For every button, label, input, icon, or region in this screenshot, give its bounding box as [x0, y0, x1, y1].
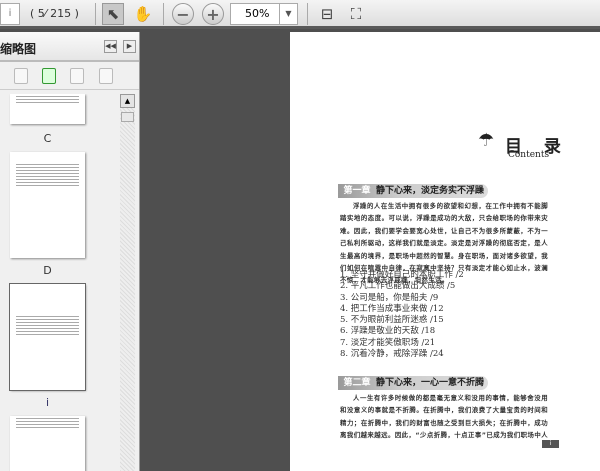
toc-list: 1. 坚守并做好自己的本职工作 /2 2. 平凡工作也能做出大成绩 /5 3. …	[340, 270, 464, 360]
divider	[307, 3, 308, 25]
toolbar: i ( 5⁄ 215 ) ⬉ ✋ − + 50% ▼ ⊟ ⛶	[0, 0, 600, 29]
chapter-title: 静下心来，淡定务实不浮躁	[376, 186, 485, 196]
toc-item[interactable]: 1. 坚守并做好自己的本职工作 /2	[340, 270, 464, 281]
chapter-intro: 人一生有许多时候做的都是毫无意义和没用的事情，能够舍没用和没意义的事就是不折腾。…	[340, 394, 548, 440]
thumbnail-page[interactable]	[10, 152, 85, 258]
fit-page-icon[interactable]: ⛶	[345, 3, 367, 25]
toc-item[interactable]: 8. 沉着冷静，戒除浮躁 /24	[340, 349, 464, 360]
chapter-title: 静下心来，一心一意不折腾	[376, 378, 485, 388]
chapter-number: 第二章	[343, 378, 371, 388]
chapter-heading: 第一章 静下心来，淡定务实不浮躁	[338, 184, 488, 198]
thumbnail-scrollbar[interactable]: ▲	[120, 94, 135, 471]
thumbnail-list: C D i	[0, 94, 120, 471]
umbrella-icon: ☂	[478, 130, 495, 151]
select-tool-icon[interactable]: ⬉	[102, 3, 124, 25]
chapter-number: 第一章	[343, 186, 371, 196]
toc-subtitle: Contents	[508, 150, 550, 160]
thumbnail-label: D	[43, 264, 52, 277]
scroll-up-icon[interactable]: ▲	[120, 94, 135, 108]
toc-item[interactable]: 2. 平凡工作也能做出大成绩 /5	[340, 281, 464, 292]
thumbnail-page[interactable]	[10, 416, 85, 471]
sidebar-title: 缩略图	[0, 42, 37, 56]
toc-item[interactable]: 3. 公司是船，你是船夫 /9	[340, 293, 464, 304]
divider	[95, 3, 96, 25]
scroll-thumb[interactable]	[121, 112, 134, 122]
zoom-out-icon[interactable]: −	[172, 3, 194, 25]
zoom-level-select[interactable]: 50% ▼	[230, 3, 298, 25]
thumbnail-page[interactable]	[10, 94, 85, 124]
collapse-left-icon[interactable]: ◀◀	[104, 40, 117, 53]
document-page: ☂ 目 录 Contents 第一章 静下心来，淡定务实不浮躁 浮躁的人在生活中拥…	[290, 32, 600, 471]
divider	[163, 3, 164, 25]
fit-width-icon[interactable]: ⊟	[316, 3, 338, 25]
hand-tool-icon[interactable]: ✋	[132, 3, 154, 25]
rotate-left-icon[interactable]	[70, 68, 84, 84]
zoom-value: 50%	[245, 7, 270, 20]
toc-item[interactable]: 7. 淡定才能笑傲职场 /21	[340, 338, 464, 349]
toc-item[interactable]: 6. 浮躁是敬业的天敌 /18	[340, 326, 464, 337]
delete-page-icon[interactable]	[14, 68, 28, 84]
thumbnails-panel: 缩略图 ◀◀ ▶ C D i ▲	[0, 32, 140, 471]
rotate-right-icon[interactable]	[99, 68, 113, 84]
thumbnail-page-selected[interactable]	[9, 283, 86, 391]
page-number: i	[542, 440, 559, 448]
toc-item[interactable]: 4. 把工作当成事业来做 /12	[340, 304, 464, 315]
thumbnail-toolbar	[0, 62, 139, 90]
sidebar-header: 缩略图 ◀◀ ▶	[0, 32, 139, 62]
chapter-heading: 第二章 静下心来，一心一意不折腾	[338, 376, 488, 390]
extract-page-icon[interactable]	[42, 68, 56, 84]
thumbnail-label: i	[45, 396, 50, 409]
toc-item[interactable]: 5. 不为眼前利益所迷惑 /15	[340, 315, 464, 326]
zoom-in-icon[interactable]: +	[202, 3, 224, 25]
page-count: ( 5⁄ 215 )	[30, 7, 79, 20]
page-number-input[interactable]: i	[0, 3, 20, 25]
chevron-down-icon[interactable]: ▼	[279, 4, 297, 24]
expand-right-icon[interactable]: ▶	[123, 40, 136, 53]
thumbnail-label: C	[43, 132, 52, 145]
